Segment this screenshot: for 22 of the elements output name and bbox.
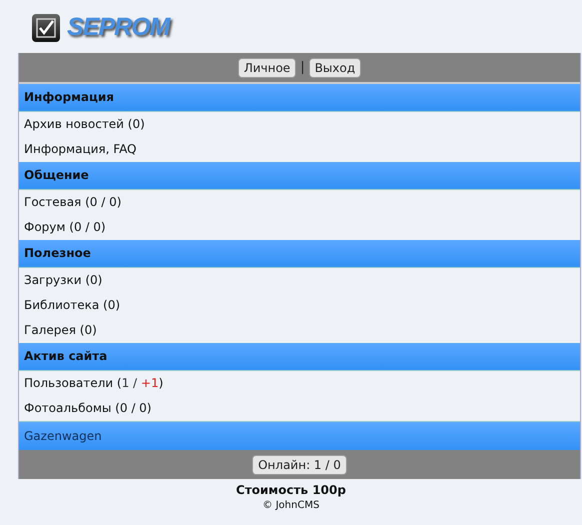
logo-text: SEPROM bbox=[67, 13, 170, 42]
menu-link[interactable]: Пользователи (1 / +1) bbox=[24, 376, 164, 390]
nav-button[interactable]: Выход bbox=[308, 58, 362, 78]
section-header: Информация bbox=[19, 84, 580, 112]
section-header: Общение bbox=[19, 162, 580, 190]
nav-button[interactable]: Личное bbox=[238, 58, 296, 78]
menu-link[interactable]: Информация, FAQ bbox=[24, 142, 137, 156]
menu-link[interactable]: Библиотека (0) bbox=[24, 298, 120, 312]
price-text: Стоимость 100р bbox=[235, 483, 347, 497]
user-bar[interactable]: Gazenwagen bbox=[19, 421, 580, 450]
online-button[interactable]: Онлайн: 1 / 0 bbox=[252, 454, 347, 474]
section-header: Полезное bbox=[19, 240, 580, 268]
copyright-text: © JohnCMS bbox=[262, 500, 320, 511]
menu-link[interactable]: Гостевая (0 / 0) bbox=[24, 195, 122, 209]
checkbox-icon bbox=[31, 12, 61, 42]
separator-text: | bbox=[300, 60, 305, 75]
menu-link[interactable]: Фотоальбомы (0 / 0) bbox=[24, 401, 152, 415]
menu-link[interactable]: Форум (0 / 0) bbox=[24, 220, 106, 234]
menu-link[interactable]: Галерея (0) bbox=[24, 323, 97, 337]
menu-link[interactable]: Загрузки (0) bbox=[24, 273, 102, 287]
menu-link[interactable]: Архив новостей (0) bbox=[24, 117, 145, 131]
section-header: Актив сайта bbox=[19, 343, 580, 371]
